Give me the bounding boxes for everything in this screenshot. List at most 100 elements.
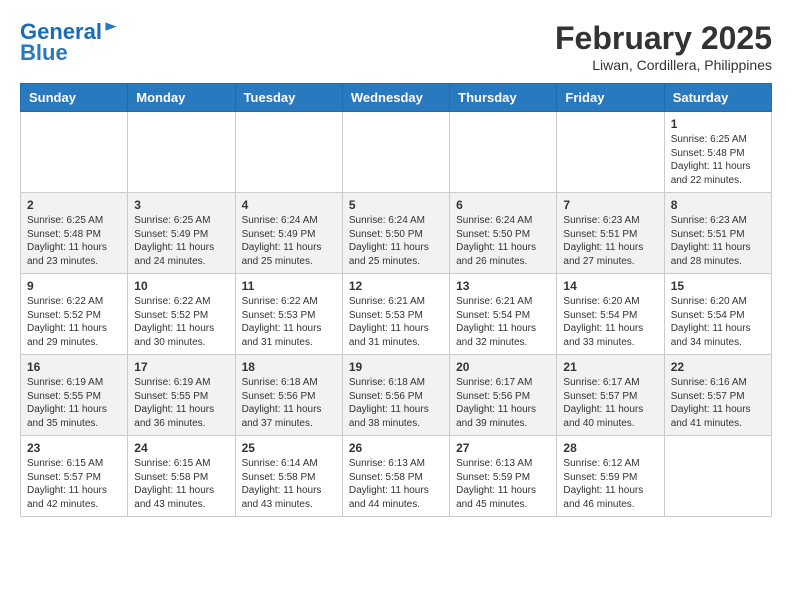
day-cell: 6 Sunrise: 6:24 AM Sunset: 5:50 PM Daylig…	[450, 193, 557, 274]
day-number: 20	[456, 360, 550, 374]
day-number: 3	[134, 198, 228, 212]
day-number: 17	[134, 360, 228, 374]
day-cell	[450, 112, 557, 193]
week-row-5: 23 Sunrise: 6:15 AM Sunset: 5:57 PM Dayli…	[21, 436, 772, 517]
weekday-header-wednesday: Wednesday	[342, 84, 449, 112]
logo: General Blue	[20, 20, 118, 66]
day-info: Sunrise: 6:19 AM Sunset: 5:55 PM Dayligh…	[134, 376, 228, 430]
day-number: 2	[27, 198, 121, 212]
day-cell: 26 Sunrise: 6:13 AM Sunset: 5:58 PM Dayli…	[342, 436, 449, 517]
day-number: 14	[563, 279, 657, 293]
day-cell: 9 Sunrise: 6:22 AM Sunset: 5:52 PM Daylig…	[21, 274, 128, 355]
calendar-table: SundayMondayTuesdayWednesdayThursdayFrid…	[20, 83, 772, 517]
day-info: Sunrise: 6:17 AM Sunset: 5:56 PM Dayligh…	[456, 376, 550, 430]
weekday-header-row: SundayMondayTuesdayWednesdayThursdayFrid…	[21, 84, 772, 112]
day-cell	[21, 112, 128, 193]
month-year: February 2025	[555, 20, 772, 57]
weekday-header-thursday: Thursday	[450, 84, 557, 112]
day-number: 13	[456, 279, 550, 293]
day-cell: 19 Sunrise: 6:18 AM Sunset: 5:56 PM Dayli…	[342, 355, 449, 436]
location: Liwan, Cordillera, Philippines	[555, 57, 772, 73]
week-row-3: 9 Sunrise: 6:22 AM Sunset: 5:52 PM Daylig…	[21, 274, 772, 355]
day-number: 5	[349, 198, 443, 212]
day-number: 4	[242, 198, 336, 212]
day-number: 26	[349, 441, 443, 455]
day-number: 24	[134, 441, 228, 455]
day-cell: 10Sunrise: 6:22 AM Sunset: 5:52 PM Dayli…	[128, 274, 235, 355]
day-cell: 11 Sunrise: 6:22 AM Sunset: 5:53 PM Dayli…	[235, 274, 342, 355]
day-cell: 18 Sunrise: 6:18 AM Sunset: 5:56 PM Dayli…	[235, 355, 342, 436]
day-info: Sunrise: 6:14 AM Sunset: 5:58 PM Dayligh…	[242, 457, 336, 511]
day-cell: 27 Sunrise: 6:13 AM Sunset: 5:59 PM Dayli…	[450, 436, 557, 517]
day-number: 15	[671, 279, 765, 293]
day-info: Sunrise: 6:25 AM Sunset: 5:48 PM Dayligh…	[671, 133, 765, 187]
day-cell: 3Sunrise: 6:25 AM Sunset: 5:49 PM Daylig…	[128, 193, 235, 274]
day-cell: 23 Sunrise: 6:15 AM Sunset: 5:57 PM Dayli…	[21, 436, 128, 517]
day-cell	[342, 112, 449, 193]
day-info: Sunrise: 6:22 AM Sunset: 5:52 PM Dayligh…	[134, 295, 228, 349]
day-number: 28	[563, 441, 657, 455]
day-number: 23	[27, 441, 121, 455]
day-info: Sunrise: 6:13 AM Sunset: 5:58 PM Dayligh…	[349, 457, 443, 511]
day-number: 18	[242, 360, 336, 374]
day-info: Sunrise: 6:23 AM Sunset: 5:51 PM Dayligh…	[563, 214, 657, 268]
week-row-4: 16 Sunrise: 6:19 AM Sunset: 5:55 PM Dayli…	[21, 355, 772, 436]
day-cell: 15 Sunrise: 6:20 AM Sunset: 5:54 PM Dayli…	[664, 274, 771, 355]
day-info: Sunrise: 6:22 AM Sunset: 5:53 PM Dayligh…	[242, 295, 336, 349]
title-area: February 2025 Liwan, Cordillera, Philipp…	[555, 20, 772, 73]
day-cell: 12 Sunrise: 6:21 AM Sunset: 5:53 PM Dayli…	[342, 274, 449, 355]
day-info: Sunrise: 6:24 AM Sunset: 5:50 PM Dayligh…	[349, 214, 443, 268]
day-number: 9	[27, 279, 121, 293]
day-info: Sunrise: 6:16 AM Sunset: 5:57 PM Dayligh…	[671, 376, 765, 430]
day-number: 19	[349, 360, 443, 374]
day-info: Sunrise: 6:24 AM Sunset: 5:50 PM Dayligh…	[456, 214, 550, 268]
weekday-header-monday: Monday	[128, 84, 235, 112]
day-number: 25	[242, 441, 336, 455]
day-number: 22	[671, 360, 765, 374]
day-info: Sunrise: 6:21 AM Sunset: 5:53 PM Dayligh…	[349, 295, 443, 349]
day-cell: 25 Sunrise: 6:14 AM Sunset: 5:58 PM Dayli…	[235, 436, 342, 517]
day-cell	[557, 112, 664, 193]
day-info: Sunrise: 6:15 AM Sunset: 5:57 PM Dayligh…	[27, 457, 121, 511]
day-number: 27	[456, 441, 550, 455]
day-cell: 20 Sunrise: 6:17 AM Sunset: 5:56 PM Dayli…	[450, 355, 557, 436]
week-row-1: 1 Sunrise: 6:25 AM Sunset: 5:48 PM Daylig…	[21, 112, 772, 193]
logo-flag-icon	[104, 21, 118, 35]
weekday-header-friday: Friday	[557, 84, 664, 112]
day-info: Sunrise: 6:19 AM Sunset: 5:55 PM Dayligh…	[27, 376, 121, 430]
day-info: Sunrise: 6:22 AM Sunset: 5:52 PM Dayligh…	[27, 295, 121, 349]
day-cell	[235, 112, 342, 193]
day-cell: 7Sunrise: 6:23 AM Sunset: 5:51 PM Daylig…	[557, 193, 664, 274]
day-info: Sunrise: 6:17 AM Sunset: 5:57 PM Dayligh…	[563, 376, 657, 430]
day-info: Sunrise: 6:24 AM Sunset: 5:49 PM Dayligh…	[242, 214, 336, 268]
day-cell: 2 Sunrise: 6:25 AM Sunset: 5:48 PM Daylig…	[21, 193, 128, 274]
day-cell: 1 Sunrise: 6:25 AM Sunset: 5:48 PM Daylig…	[664, 112, 771, 193]
day-cell: 28 Sunrise: 6:12 AM Sunset: 5:59 PM Dayli…	[557, 436, 664, 517]
day-number: 6	[456, 198, 550, 212]
day-cell: 24 Sunrise: 6:15 AM Sunset: 5:58 PM Dayli…	[128, 436, 235, 517]
day-info: Sunrise: 6:15 AM Sunset: 5:58 PM Dayligh…	[134, 457, 228, 511]
day-cell	[664, 436, 771, 517]
day-info: Sunrise: 6:12 AM Sunset: 5:59 PM Dayligh…	[563, 457, 657, 511]
header: General Blue February 2025 Liwan, Cordil…	[20, 20, 772, 73]
day-number: 16	[27, 360, 121, 374]
day-number: 11	[242, 279, 336, 293]
day-info: Sunrise: 6:20 AM Sunset: 5:54 PM Dayligh…	[671, 295, 765, 349]
day-number: 12	[349, 279, 443, 293]
day-info: Sunrise: 6:18 AM Sunset: 5:56 PM Dayligh…	[349, 376, 443, 430]
day-cell: 4 Sunrise: 6:24 AM Sunset: 5:49 PM Daylig…	[235, 193, 342, 274]
day-cell: 17 Sunrise: 6:19 AM Sunset: 5:55 PM Dayli…	[128, 355, 235, 436]
day-info: Sunrise: 6:18 AM Sunset: 5:56 PM Dayligh…	[242, 376, 336, 430]
weekday-header-sunday: Sunday	[21, 84, 128, 112]
day-cell: 14 Sunrise: 6:20 AM Sunset: 5:54 PM Dayli…	[557, 274, 664, 355]
day-cell: 21 Sunrise: 6:17 AM Sunset: 5:57 PM Dayli…	[557, 355, 664, 436]
day-number: 8	[671, 198, 765, 212]
day-info: Sunrise: 6:20 AM Sunset: 5:54 PM Dayligh…	[563, 295, 657, 349]
day-number: 1	[671, 117, 765, 131]
day-cell: 16 Sunrise: 6:19 AM Sunset: 5:55 PM Dayli…	[21, 355, 128, 436]
day-number: 21	[563, 360, 657, 374]
week-row-2: 2 Sunrise: 6:25 AM Sunset: 5:48 PM Daylig…	[21, 193, 772, 274]
day-info: Sunrise: 6:13 AM Sunset: 5:59 PM Dayligh…	[456, 457, 550, 511]
day-cell: 8Sunrise: 6:23 AM Sunset: 5:51 PM Daylig…	[664, 193, 771, 274]
day-info: Sunrise: 6:25 AM Sunset: 5:48 PM Dayligh…	[27, 214, 121, 268]
